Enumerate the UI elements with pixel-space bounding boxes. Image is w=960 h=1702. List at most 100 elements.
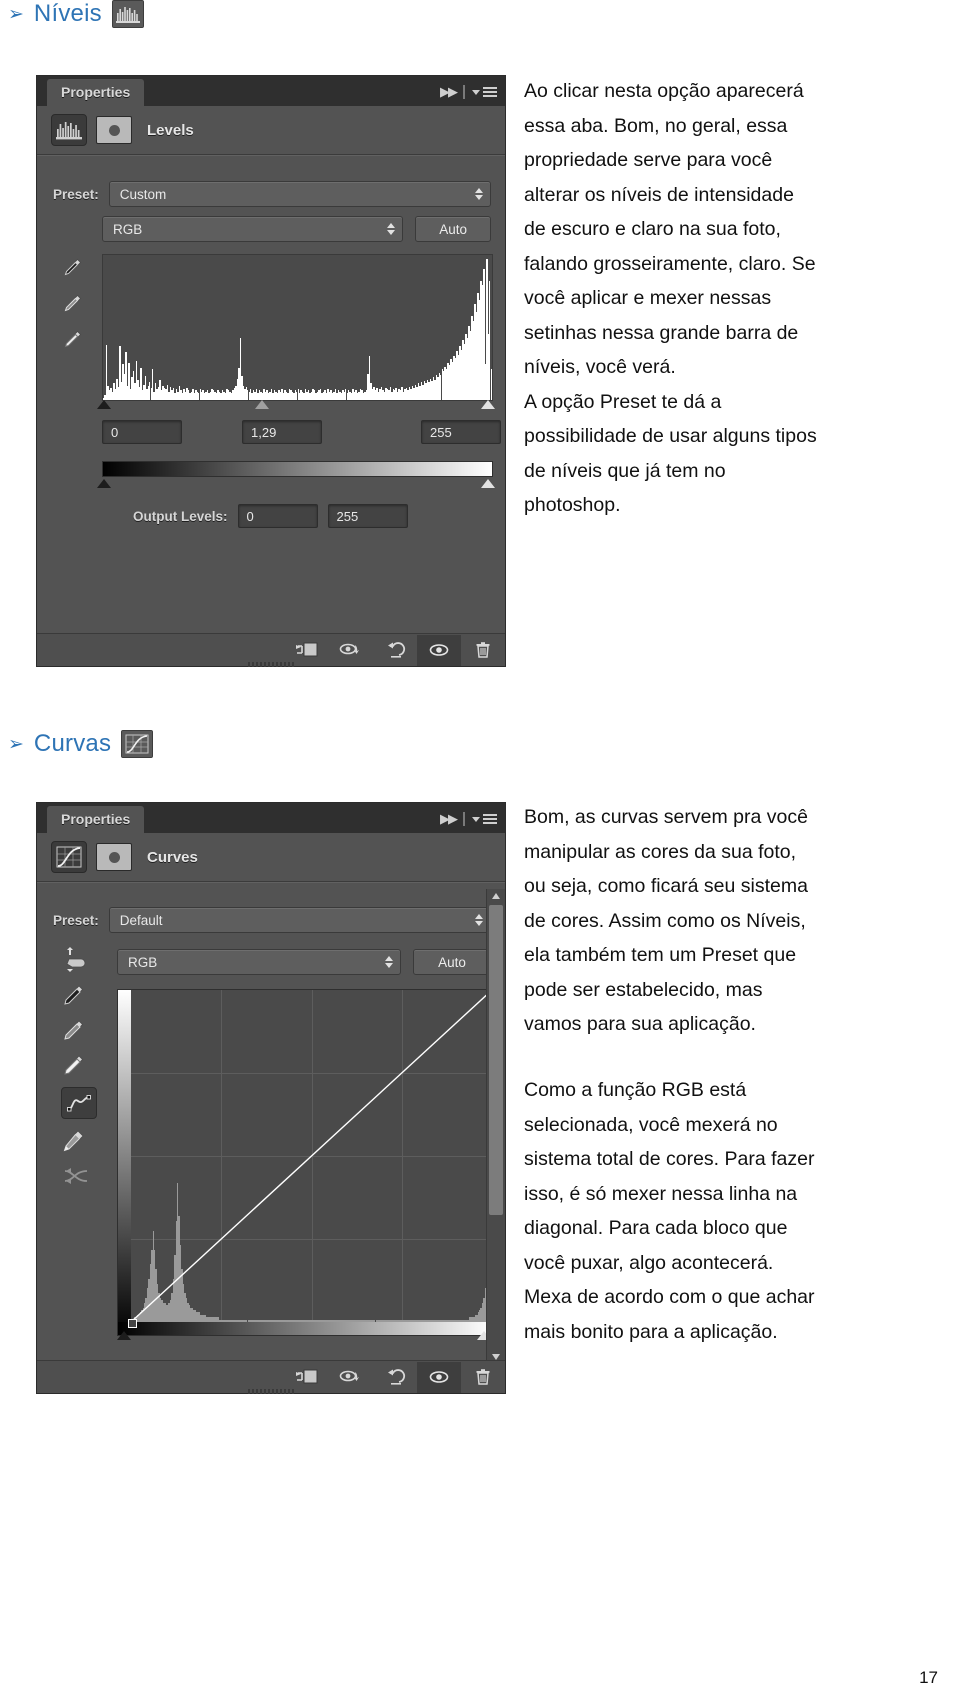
curves-graph-icon (121, 730, 154, 758)
paragraph-line: Como a função RGB está (524, 1079, 747, 1101)
paragraph-line: A opção Preset te dá a (524, 390, 722, 413)
paragraph-line: essa aba. Bom, no geral, essa (524, 114, 788, 137)
paragraph-line: setinhas nessa grande barra de (524, 321, 799, 344)
edit-points-curve-icon[interactable] (61, 1087, 97, 1119)
curves-description-text-top: Bom, as curvas servem pra você manipular… (524, 800, 890, 1042)
channel-value: RGB (128, 954, 158, 970)
midtone-input-field[interactable]: 1,29 (242, 420, 322, 444)
clip-to-layer-icon[interactable] (285, 1362, 329, 1393)
paragraph-line: ou seja, como ficará seu sistema (524, 875, 808, 897)
page-number: 17 (919, 1668, 938, 1687)
set-black-point-eyedropper[interactable] (61, 982, 87, 1008)
bullet-arrow-icon: ➢ (8, 732, 24, 755)
delete-adjustment-layer-icon[interactable] (461, 635, 505, 666)
preset-value: Custom (119, 186, 167, 202)
panel-tab-bar: Properties ▶▶ (37, 76, 505, 106)
channel-row: RGB Auto (102, 216, 491, 242)
output-black-slider[interactable] (97, 479, 111, 488)
paragraph-line: mais bonito para a aplicação. (524, 1320, 778, 1343)
layer-mask-icon[interactable] (96, 843, 132, 871)
paragraph-line: possibilidade de usar alguns tipos (524, 425, 817, 447)
paragraph-line: alterar os níveis de intensidade (524, 183, 794, 206)
paragraph-line: você puxar, algo acontecerá. (524, 1251, 774, 1274)
tabbar-divider (463, 85, 465, 99)
paragraph-line: de escuro e claro na sua foto, (524, 218, 781, 240)
output-white-field[interactable]: 255 (327, 504, 408, 528)
auto-button[interactable]: Auto (413, 949, 491, 975)
spinner-icon[interactable] (475, 188, 483, 200)
shadow-input-field[interactable]: 0 (102, 420, 182, 444)
on-image-adjustment-icon[interactable] (61, 945, 89, 973)
curves-tool-column (61, 945, 97, 1189)
page-title-curvas: Curvas (33, 730, 112, 757)
curves-endpoint-sliders[interactable] (117, 1331, 491, 1343)
output-black-field[interactable]: 0 (237, 504, 318, 528)
toggle-layer-visibility-icon[interactable] (417, 1361, 461, 1393)
auto-button[interactable]: Auto (415, 216, 491, 242)
preset-row: Preset: Custom (53, 181, 491, 207)
reset-adjustment-icon[interactable] (373, 635, 417, 666)
set-gray-point-eyedropper[interactable] (61, 1017, 87, 1043)
output-levels-row: Output Levels: 0 255 (133, 504, 408, 528)
tab-properties[interactable]: Properties (47, 806, 145, 833)
spinner-icon[interactable] (387, 223, 396, 235)
preset-select[interactable]: Default (108, 907, 491, 933)
highlight-input-slider[interactable] (481, 400, 495, 409)
input-levels-slider[interactable] (97, 400, 495, 412)
panel-menu-icon[interactable] (472, 87, 497, 97)
view-previous-state-icon[interactable] (329, 635, 373, 666)
delete-adjustment-layer-icon[interactable] (461, 1362, 505, 1393)
panel-footer-toolbar (37, 1360, 505, 1394)
panel-title: Levels (147, 121, 194, 139)
scroll-up-arrow-icon[interactable] (487, 889, 505, 903)
paragraph-line: selecionada, você mexerá no (524, 1113, 778, 1136)
levels-histogram-graph[interactable] (102, 254, 493, 401)
spinner-icon[interactable] (475, 914, 483, 926)
section-heading-curvas: ➢ Curvas (8, 730, 154, 758)
preset-select[interactable]: Custom (108, 181, 491, 207)
midtone-input-slider[interactable] (255, 400, 269, 409)
panel-resize-grip[interactable] (248, 662, 294, 667)
levels-histogram-icon[interactable] (51, 114, 87, 146)
spinner-icon[interactable] (385, 956, 393, 968)
draw-curve-pencil-icon[interactable] (61, 1128, 87, 1154)
scrollbar-thumb[interactable] (489, 905, 503, 1215)
panel-menu-icon[interactable] (472, 814, 497, 824)
smooth-curve-icon[interactable] (61, 1163, 91, 1189)
channel-select[interactable]: RGB (117, 949, 401, 975)
set-white-point-eyedropper[interactable] (61, 1052, 87, 1078)
output-white-slider[interactable] (481, 479, 495, 488)
output-levels-gradient-bar[interactable] (102, 461, 493, 477)
preset-label: Preset: (53, 912, 99, 928)
layer-mask-icon[interactable] (96, 116, 132, 144)
set-black-point-eyedropper[interactable] (62, 256, 84, 278)
reset-adjustment-icon[interactable] (373, 1362, 417, 1393)
view-previous-state-icon[interactable] (329, 1362, 373, 1393)
curves-properties-panel: Properties ▶▶ Curves Preset: Default RGB… (36, 802, 506, 1394)
channel-select[interactable]: RGB (102, 216, 404, 242)
curve-black-point-slider[interactable] (117, 1331, 131, 1340)
paragraph-line: sistema total de cores. Para fazer (524, 1148, 815, 1170)
panel-scrollbar[interactable] (486, 889, 505, 1364)
output-levels-slider[interactable] (97, 479, 495, 491)
tab-properties[interactable]: Properties (47, 79, 145, 106)
shadow-input-slider[interactable] (97, 400, 111, 409)
double-chevron-right-icon[interactable]: ▶▶ (440, 811, 458, 827)
toggle-layer-visibility-icon[interactable] (417, 634, 461, 666)
panel-tab-bar: Properties ▶▶ (37, 803, 505, 833)
eyedropper-group (62, 256, 84, 350)
clip-to-layer-icon[interactable] (285, 635, 329, 666)
section-heading-niveis: ➢ Níveis (8, 0, 144, 28)
paragraph-line: photoshop. (524, 494, 621, 516)
highlight-input-field[interactable]: 255 (421, 420, 501, 444)
curve-control-point[interactable] (127, 1318, 137, 1328)
curves-graph-canvas[interactable] (117, 989, 493, 1336)
panel-resize-grip[interactable] (248, 1389, 294, 1394)
set-gray-point-eyedropper[interactable] (62, 292, 84, 314)
curves-graph-icon[interactable] (51, 841, 87, 873)
paragraph-line: isso, é só mexer nessa linha na (524, 1182, 798, 1205)
levels-histogram-icon (111, 0, 144, 28)
curves-description-text-bottom: Como a função RGB está selecionada, você… (524, 1073, 890, 1349)
double-chevron-right-icon[interactable]: ▶▶ (440, 84, 458, 100)
set-white-point-eyedropper[interactable] (62, 328, 84, 350)
